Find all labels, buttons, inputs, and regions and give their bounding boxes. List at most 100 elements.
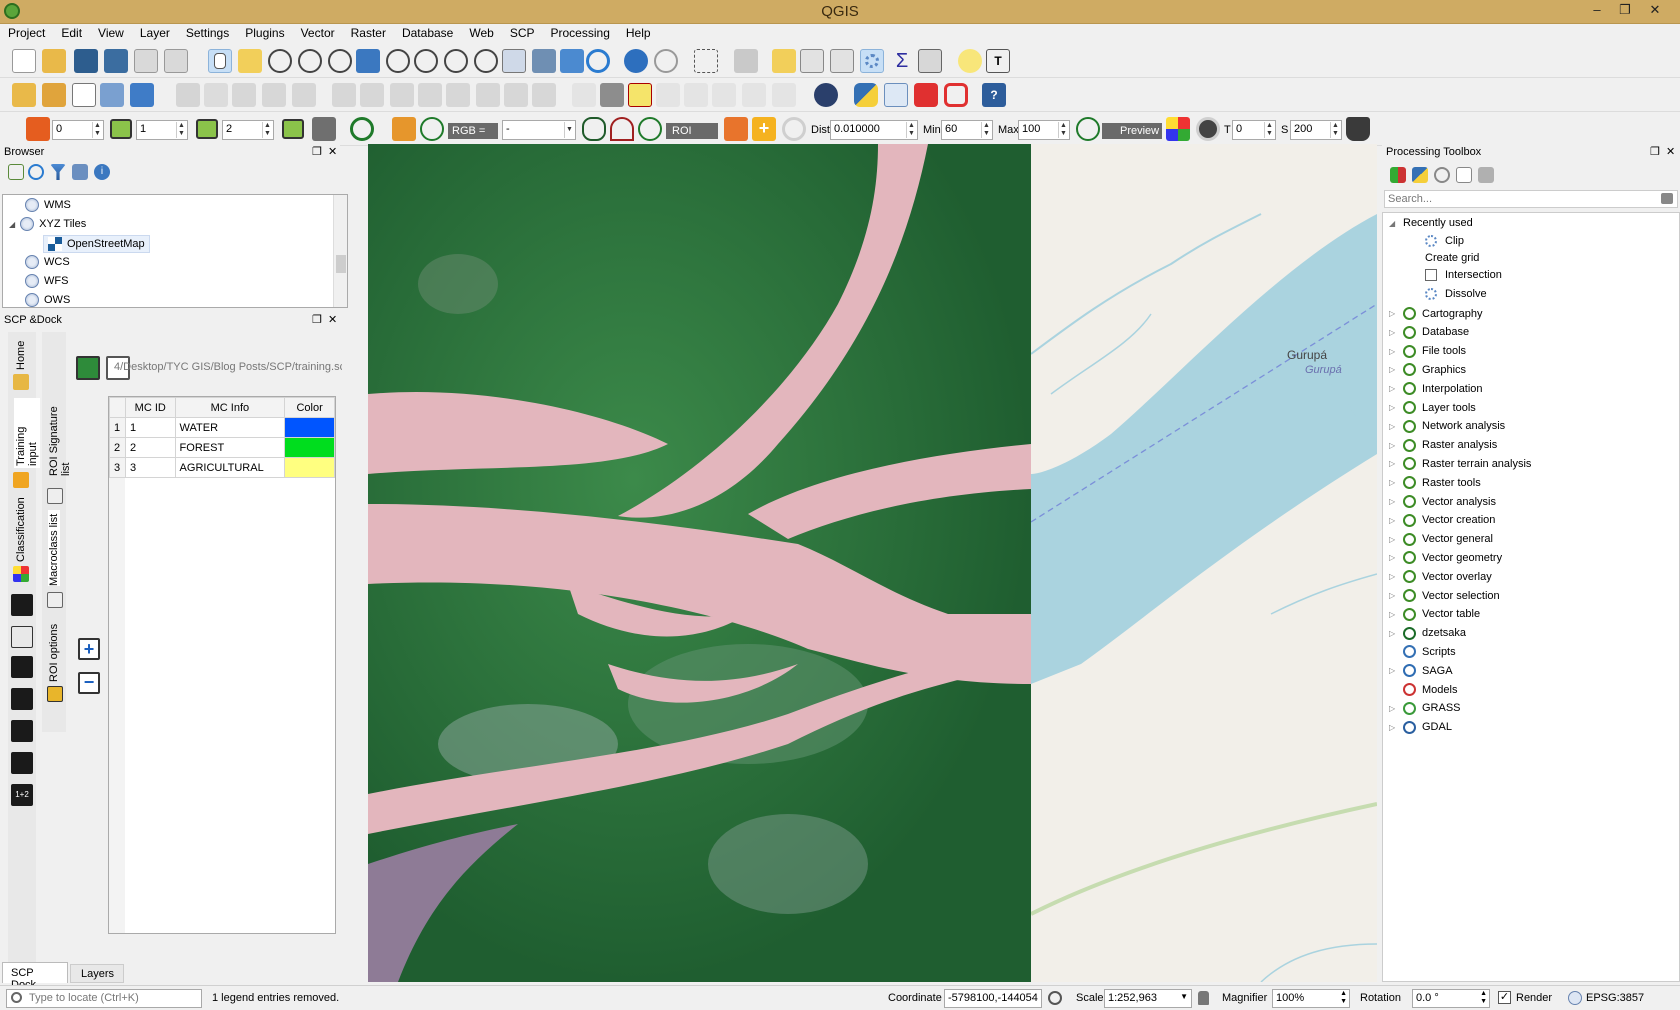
filter-icon[interactable] [50, 164, 66, 180]
color-swatch[interactable] [284, 457, 335, 478]
map-tips-icon[interactable] [958, 49, 982, 73]
show-hide-labels-icon[interactable] [656, 83, 680, 107]
mc-id-cell[interactable]: 1 [124, 417, 176, 438]
tree-group-saga[interactable]: ▷ SAGA [1389, 664, 1453, 678]
new-spatialite-icon[interactable] [100, 83, 124, 107]
change-label-icon[interactable] [742, 83, 766, 107]
zoom-last-icon[interactable] [444, 49, 468, 73]
tree-group-interpolation[interactable]: ▷ Interpolation [1389, 382, 1483, 396]
tree-recently-used[interactable]: ◢ Recently used [1389, 217, 1473, 229]
browser-item-openstreetmap[interactable]: OpenStreetMap [43, 235, 150, 253]
label-icon[interactable] [572, 83, 596, 107]
min-spinbox[interactable]: 60 ▲ ▼ [941, 120, 993, 140]
next-band-3-icon[interactable] [282, 119, 304, 139]
tab-roi-options[interactable]: ROI options [48, 616, 60, 682]
plugin-reloader-icon[interactable] [884, 83, 908, 107]
statistics-icon[interactable]: Σ [890, 49, 914, 73]
models-icon[interactable] [1390, 167, 1406, 183]
classification-icon[interactable] [13, 566, 29, 582]
open-training-file-icon[interactable] [76, 356, 100, 380]
open-project-icon[interactable] [42, 49, 66, 73]
next-band-1-icon[interactable] [110, 119, 132, 139]
expand-arrow-icon[interactable]: ▷ [1389, 535, 1399, 544]
minimize-button[interactable]: – [1584, 2, 1610, 20]
preprocessing-icon[interactable] [11, 688, 33, 710]
tree-group-database[interactable]: ▷ Database [1389, 325, 1469, 339]
data-source-manager-icon[interactable] [12, 83, 36, 107]
tree-group-scripts[interactable]: Scripts [1389, 645, 1456, 659]
tree-group-raster-terrain-analysis[interactable]: ▷ Raster terrain analysis [1389, 457, 1531, 471]
table-row[interactable]: 1 1 WATER [109, 417, 335, 438]
coordinate-field[interactable]: -5798100,-144054 [944, 989, 1042, 1008]
training-input-icon[interactable] [13, 472, 29, 488]
toolbox-search-input[interactable]: Search... [1384, 190, 1678, 208]
band-calc-tool-icon[interactable]: 1+2 [11, 784, 33, 806]
zoom-roi-icon[interactable] [638, 117, 662, 141]
column-header-color[interactable]: Color [284, 397, 335, 418]
menu-processing[interactable]: Processing [543, 24, 618, 40]
remove-macroclass-icon[interactable]: − [78, 672, 100, 694]
expand-arrow-icon[interactable]: ▷ [1389, 309, 1399, 318]
zoom-in-icon[interactable] [268, 49, 292, 73]
tree-recent-item[interactable]: Clip [1425, 235, 1464, 247]
toolbox-float-icon[interactable]: ❐ [1650, 145, 1660, 158]
pan-to-selection-icon[interactable] [238, 49, 262, 73]
input-image-icon[interactable] [392, 117, 416, 141]
bookmarks-icon[interactable] [560, 49, 584, 73]
add-roi-icon[interactable]: + [752, 117, 776, 141]
move-label-icon[interactable] [684, 83, 708, 107]
expand-arrow-icon[interactable]: ▷ [1389, 422, 1399, 431]
tab-home[interactable]: Home [15, 340, 27, 370]
column-header-mc-id[interactable]: MC ID [124, 397, 176, 418]
menu-database[interactable]: Database [394, 24, 461, 40]
roi-label[interactable]: ROI [666, 123, 718, 139]
tab-macroclass-list[interactable]: Macroclass list [48, 510, 60, 586]
scp-icon[interactable] [814, 83, 838, 107]
new-virtual-layer-icon[interactable] [130, 83, 154, 107]
browser-item-wfs[interactable]: WFS [25, 274, 68, 288]
menu-layer[interactable]: Layer [132, 24, 178, 40]
toolbox-close-icon[interactable]: ✕ [1666, 145, 1675, 158]
scp-dock-close-icon[interactable]: ✕ [328, 313, 337, 326]
lock-scale-icon[interactable] [1198, 991, 1209, 1005]
mc-info-cell[interactable]: AGRICULTURAL [174, 457, 286, 478]
identify-icon[interactable] [624, 49, 648, 73]
expand-arrow-icon[interactable]: ▷ [1389, 459, 1399, 468]
add-macroclass-icon[interactable]: + [78, 638, 100, 660]
expand-arrow-icon[interactable]: ▷ [1389, 572, 1399, 581]
print-layout-icon[interactable] [134, 49, 158, 73]
column-header-mc-info[interactable]: MC Info [174, 397, 286, 418]
signature-list-icon[interactable] [47, 488, 63, 504]
tree-recent-item[interactable]: Dissolve [1425, 288, 1487, 300]
tab-scp-dock[interactable]: SCP Dock [2, 962, 68, 991]
macroclass-list-icon[interactable] [47, 592, 63, 608]
expand-arrow-icon[interactable]: ▷ [1389, 365, 1399, 374]
expand-arrow-icon[interactable]: ▷ [1389, 591, 1399, 600]
tree-group-vector-general[interactable]: ▷ Vector general [1389, 532, 1493, 546]
menu-raster[interactable]: Raster [343, 24, 394, 40]
collapse-all-icon[interactable] [72, 164, 88, 180]
expand-arrow-icon[interactable]: ▷ [1389, 441, 1399, 450]
band-processing-icon[interactable] [11, 720, 33, 742]
new-project-icon[interactable] [12, 49, 36, 73]
expand-arrow-icon[interactable]: ▷ [1389, 403, 1399, 412]
menu-plugins[interactable]: Plugins [237, 24, 292, 40]
menu-project[interactable]: Project [0, 24, 53, 40]
expand-arrow-icon[interactable]: ▷ [1389, 553, 1399, 562]
tree-group-vector-creation[interactable]: ▷ Vector creation [1389, 513, 1495, 527]
browser-item-xyz-tiles[interactable]: ◢ XYZ Tiles [9, 217, 86, 231]
tree-group-vector-selection[interactable]: ▷ Vector selection [1389, 589, 1500, 602]
roi-options-icon[interactable] [47, 686, 63, 702]
add-selected-icon[interactable] [8, 164, 24, 180]
tree-group-grass[interactable]: ▷ GRASS [1389, 701, 1461, 715]
refresh-icon[interactable] [586, 49, 610, 73]
processing-toolbox-icon[interactable] [860, 49, 884, 73]
tree-group-vector-overlay[interactable]: ▷ Vector overlay [1389, 570, 1492, 584]
tree-group-vector-table[interactable]: ▷ Vector table [1389, 607, 1480, 621]
python-console-icon[interactable] [854, 83, 878, 107]
band-calc-icon[interactable] [312, 117, 336, 141]
table-row[interactable]: 2 2 FOREST [109, 437, 335, 458]
tree-recent-item[interactable]: Intersection [1425, 269, 1502, 281]
field-calculator-icon[interactable] [830, 49, 854, 73]
options-icon[interactable] [1478, 167, 1494, 183]
